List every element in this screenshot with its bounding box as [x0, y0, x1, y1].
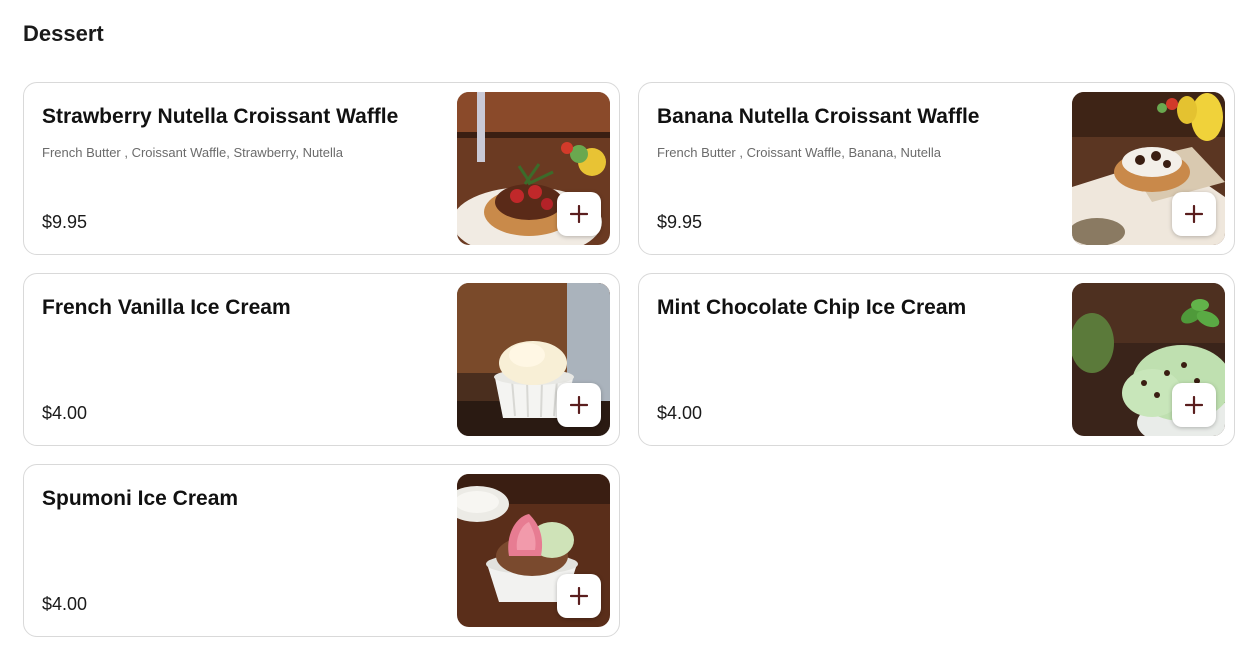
- add-to-cart-button[interactable]: [557, 574, 601, 618]
- item-description: French Butter , Croissant Waffle, Strawb…: [42, 145, 344, 160]
- item-price: $4.00: [42, 403, 88, 423]
- item-name: Strawberry Nutella Croissant Waffle: [42, 105, 399, 128]
- plus-icon: [570, 587, 588, 605]
- plus-icon: [1185, 396, 1203, 414]
- menu-item-card[interactable]: Strawberry Nutella Croissant Waffle Fren…: [23, 82, 620, 255]
- menu-item-grid: Strawberry Nutella Croissant Waffle Fren…: [23, 82, 1235, 637]
- plus-icon: [1185, 205, 1203, 223]
- plus-icon: [570, 205, 588, 223]
- menu-item-card[interactable]: Mint Chocolate Chip Ice Cream $4.00: [638, 273, 1235, 446]
- add-to-cart-button[interactable]: [1172, 383, 1216, 427]
- plus-icon: [570, 396, 588, 414]
- section-title: Dessert: [23, 21, 104, 46]
- item-description: French Butter , Croissant Waffle, Banana…: [657, 145, 941, 160]
- item-price: $4.00: [42, 594, 88, 614]
- add-to-cart-button[interactable]: [557, 383, 601, 427]
- item-name: Mint Chocolate Chip Ice Cream: [657, 296, 967, 319]
- item-price: $9.95: [657, 212, 703, 232]
- menu-item-card[interactable]: Spumoni Ice Cream $4.00: [23, 464, 620, 637]
- item-name: Banana Nutella Croissant Waffle: [657, 105, 980, 128]
- add-to-cart-button[interactable]: [557, 192, 601, 236]
- menu-item-card[interactable]: French Vanilla Ice Cream $4.00: [23, 273, 620, 446]
- item-price: $9.95: [42, 212, 88, 232]
- item-name: Spumoni Ice Cream: [42, 487, 239, 510]
- menu-item-card[interactable]: Banana Nutella Croissant Waffle French B…: [638, 82, 1235, 255]
- add-to-cart-button[interactable]: [1172, 192, 1216, 236]
- item-price: $4.00: [657, 403, 703, 423]
- item-name: French Vanilla Ice Cream: [42, 296, 291, 319]
- menu-page: Dessert Strawberry Nutella Croissant Waf…: [0, 0, 1257, 657]
